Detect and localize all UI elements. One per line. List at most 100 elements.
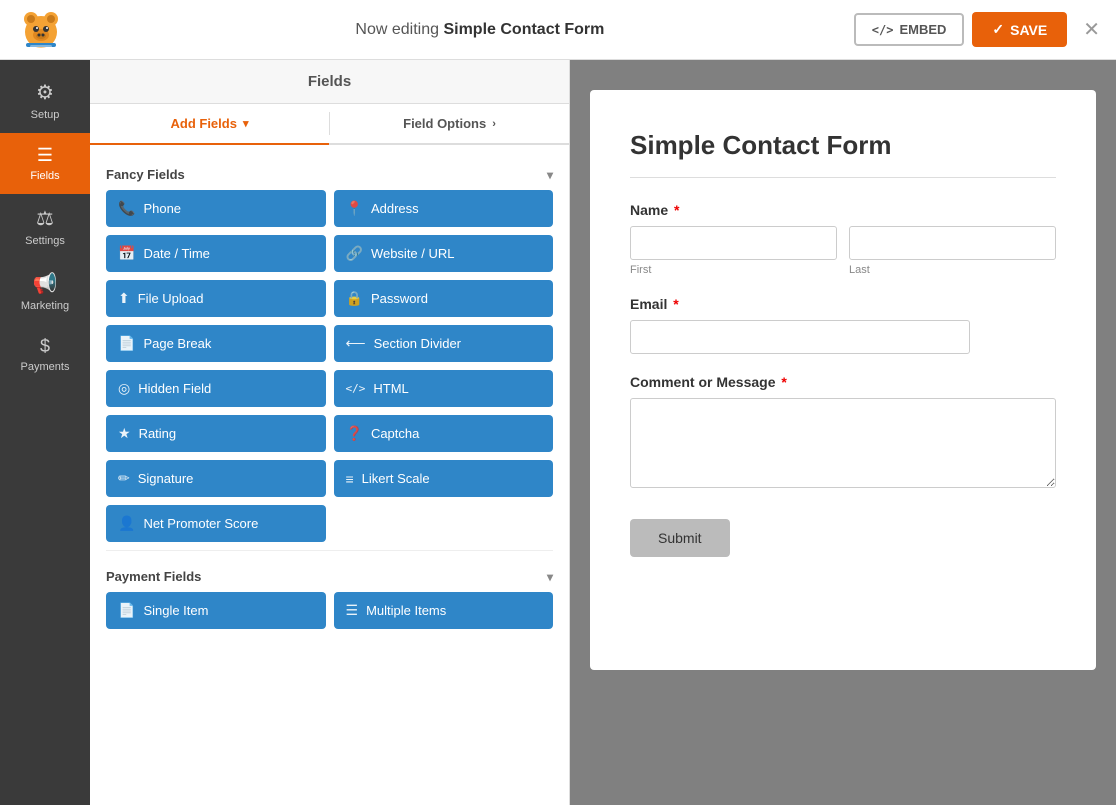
payment-fields-section-header[interactable]: Payment Fields ▾ — [106, 559, 553, 592]
save-button[interactable]: ✓ SAVE — [972, 12, 1067, 47]
field-btn-single-item[interactable]: 📄 Single Item — [106, 592, 326, 629]
field-btn-likert-scale[interactable]: ≡ Likert Scale — [334, 460, 554, 497]
field-btn-page-break[interactable]: 📄 Page Break — [106, 325, 326, 362]
tab-field-options-label: Field Options — [403, 116, 486, 131]
top-header: Now editing Simple Contact Form </> EMBE… — [0, 0, 1116, 60]
address-icon: 📍 — [346, 200, 363, 217]
field-btn-address[interactable]: 📍 Address — [334, 190, 554, 227]
field-btn-rating-label: Rating — [139, 426, 177, 441]
date-time-icon: 📅 — [118, 245, 135, 262]
tab-field-options[interactable]: Field Options › — [330, 104, 569, 143]
field-btn-signature-label: Signature — [138, 471, 194, 486]
form-preview: Simple Contact Form Name * First Last — [570, 60, 1116, 805]
embed-button[interactable]: </> EMBED — [854, 13, 965, 46]
form-field-email: Email * — [630, 296, 1056, 354]
name-last-input[interactable] — [849, 226, 1056, 260]
field-btn-website-url[interactable]: 🔗 Website / URL — [334, 235, 554, 272]
name-last-sublabel: Last — [849, 264, 1056, 276]
phone-icon: 📞 — [118, 200, 135, 217]
fancy-fields-label: Fancy Fields — [106, 167, 185, 182]
field-btn-captcha-label: Captcha — [371, 426, 419, 441]
hidden-field-icon: ◎ — [118, 380, 130, 397]
page-break-icon: 📄 — [118, 335, 135, 352]
sidebar-label-settings: Settings — [25, 235, 65, 247]
sidebar-item-payments[interactable]: $ Payments — [0, 324, 90, 385]
field-btn-captcha[interactable]: ❓ Captcha — [334, 415, 554, 452]
field-btn-phone[interactable]: 📞 Phone — [106, 190, 326, 227]
fields-panel: Fields Add Fields ▾ Field Options › Fanc… — [90, 60, 570, 805]
setup-icon: ⚙ — [36, 80, 54, 105]
likert-scale-icon: ≡ — [346, 471, 354, 487]
field-btn-section-divider-label: Section Divider — [374, 336, 461, 351]
sidebar: ⚙ Setup ☰ Fields ⚖ Settings 📢 Marketing … — [0, 60, 90, 805]
fancy-fields-chevron: ▾ — [547, 168, 553, 182]
field-btn-date-time-label: Date / Time — [143, 246, 209, 261]
fancy-fields-section-header[interactable]: Fancy Fields ▾ — [106, 157, 553, 190]
field-btn-multiple-items[interactable]: ☰ Multiple Items — [334, 592, 554, 629]
embed-code-icon: </> — [872, 23, 894, 37]
field-btn-section-divider[interactable]: ⟵ Section Divider — [334, 325, 554, 362]
field-btn-page-break-label: Page Break — [143, 336, 211, 351]
field-btn-likert-scale-label: Likert Scale — [362, 471, 430, 486]
comment-textarea[interactable] — [630, 398, 1056, 488]
fields-icon: ☰ — [37, 145, 53, 166]
field-btn-date-time[interactable]: 📅 Date / Time — [106, 235, 326, 272]
checkmark-icon: ✓ — [992, 21, 1004, 38]
net-promoter-score-icon: 👤 — [118, 515, 135, 532]
tab-add-fields[interactable]: Add Fields ▾ — [90, 104, 329, 145]
tab-add-fields-label: Add Fields — [171, 116, 237, 131]
fields-panel-title: Fields — [308, 73, 351, 90]
settings-icon: ⚖ — [36, 206, 54, 231]
sidebar-item-fields[interactable]: ☰ Fields — [0, 133, 90, 194]
section-divider-icon: ⟵ — [346, 335, 366, 352]
logo-area — [16, 5, 106, 55]
field-btn-file-upload-label: File Upload — [138, 291, 204, 306]
fields-panel-header: Fields — [90, 60, 569, 104]
name-first-sublabel: First — [630, 264, 837, 276]
required-star-name: * — [670, 202, 679, 218]
field-btn-website-url-label: Website / URL — [371, 246, 455, 261]
sidebar-label-setup: Setup — [31, 109, 60, 121]
single-item-icon: 📄 — [118, 602, 135, 619]
html-icon: </> — [346, 382, 366, 395]
field-btn-address-label: Address — [371, 201, 419, 216]
payment-fields-label: Payment Fields — [106, 569, 201, 584]
captcha-icon: ❓ — [346, 425, 363, 442]
field-btn-phone-label: Phone — [143, 201, 181, 216]
sidebar-item-settings[interactable]: ⚖ Settings — [0, 194, 90, 259]
field-btn-rating[interactable]: ★ Rating — [106, 415, 326, 452]
field-btn-multiple-items-label: Multiple Items — [366, 603, 446, 618]
field-btn-net-promoter-score-label: Net Promoter Score — [143, 516, 258, 531]
required-star-comment: * — [777, 374, 786, 390]
marketing-icon: 📢 — [33, 271, 58, 296]
header-actions: </> EMBED ✓ SAVE ✕ — [854, 12, 1100, 47]
sidebar-item-marketing[interactable]: 📢 Marketing — [0, 259, 90, 324]
form-title: Simple Contact Form — [630, 130, 1056, 178]
email-input[interactable] — [630, 320, 970, 354]
name-first-input[interactable] — [630, 226, 837, 260]
sidebar-label-marketing: Marketing — [21, 300, 69, 312]
main-layout: ⚙ Setup ☰ Fields ⚖ Settings 📢 Marketing … — [0, 60, 1116, 805]
field-btn-hidden-field[interactable]: ◎ Hidden Field — [106, 370, 326, 407]
required-star-email: * — [669, 296, 678, 312]
form-field-name: Name * First Last — [630, 202, 1056, 276]
logo-icon — [16, 5, 66, 55]
field-btn-file-upload[interactable]: ⬆ File Upload — [106, 280, 326, 317]
section-divider — [106, 550, 553, 551]
sidebar-item-setup[interactable]: ⚙ Setup — [0, 68, 90, 133]
field-btn-net-promoter-score[interactable]: 👤 Net Promoter Score — [106, 505, 326, 542]
field-btn-signature[interactable]: ✏ Signature — [106, 460, 326, 497]
chevron-right-icon: › — [492, 118, 496, 130]
name-first-wrap: First — [630, 226, 837, 276]
payment-fields-chevron: ▾ — [547, 570, 553, 584]
submit-button[interactable]: Submit — [630, 519, 730, 557]
multiple-items-icon: ☰ — [346, 602, 359, 619]
field-btn-html[interactable]: </> HTML — [334, 370, 554, 407]
field-btn-single-item-label: Single Item — [143, 603, 208, 618]
field-btn-html-label: HTML — [373, 381, 408, 396]
close-button[interactable]: ✕ — [1083, 17, 1100, 42]
chevron-down-icon: ▾ — [243, 117, 249, 130]
field-btn-password[interactable]: 🔒 Password — [334, 280, 554, 317]
form-label-name: Name * — [630, 202, 1056, 218]
fancy-fields-grid: 📞 Phone 📍 Address 📅 Date / Time 🔗 Websit… — [106, 190, 553, 542]
